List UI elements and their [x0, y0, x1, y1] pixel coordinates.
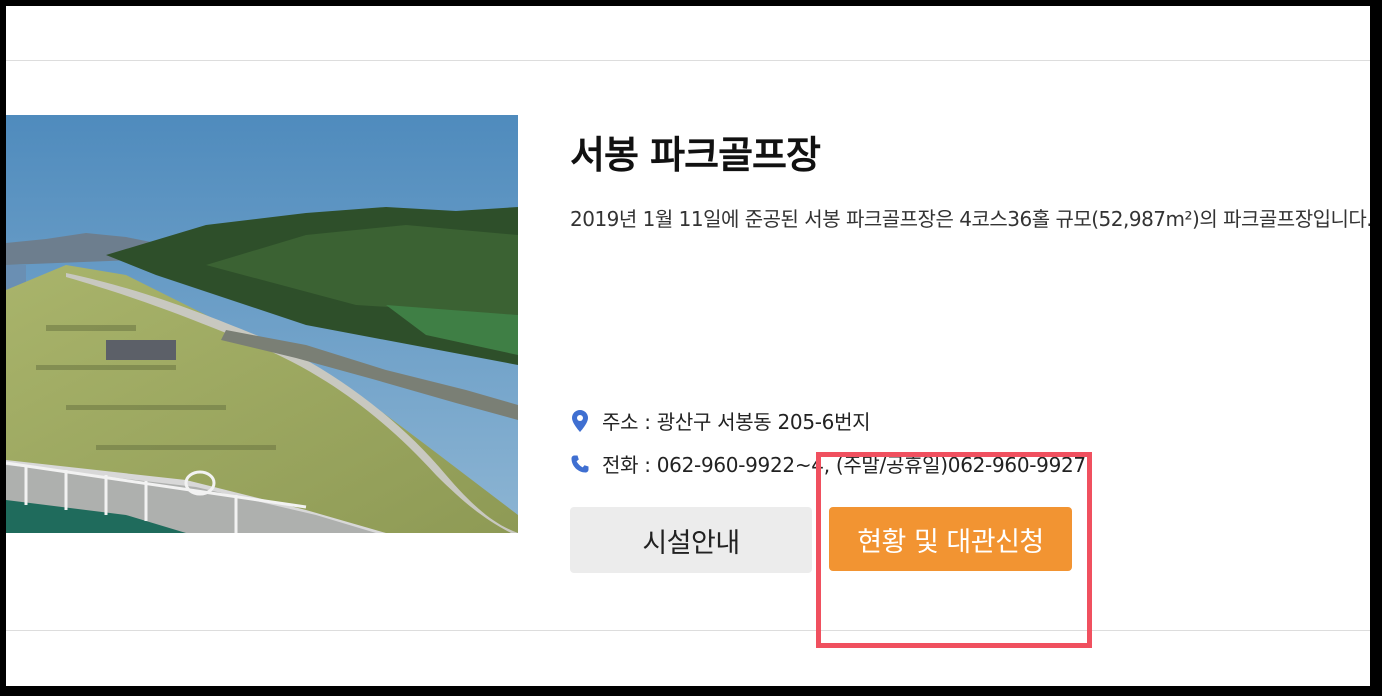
facility-description: 2019년 1월 11일에 준공된 서봉 파크골프장은 4코스36홀 규모(52… — [570, 207, 1370, 231]
address-text: 주소 : 광산구 서봉동 205-6번지 — [602, 410, 871, 434]
facility-photo — [6, 115, 518, 533]
phone-icon — [570, 452, 590, 476]
status-reservation-button[interactable]: 현황 및 대관신청 — [829, 507, 1072, 571]
facility-card: 서봉 파크골프장 2019년 1월 11일에 준공된 서봉 파크골프장은 4코스… — [6, 6, 1370, 686]
bottom-divider — [6, 630, 1370, 631]
phone-row: 전화 : 062-960-9922~4, (주말/공휴일)062-960-992… — [570, 449, 1086, 478]
facility-info-button[interactable]: 시설안내 — [570, 507, 812, 573]
phone-text: 전화 : 062-960-9922~4, (주말/공휴일)062-960-992… — [602, 453, 1086, 477]
address-row: 주소 : 광산구 서봉동 205-6번지 — [570, 406, 871, 435]
location-pin-icon — [570, 409, 590, 433]
top-divider — [6, 60, 1370, 61]
facility-title: 서봉 파크골프장 — [570, 133, 821, 177]
